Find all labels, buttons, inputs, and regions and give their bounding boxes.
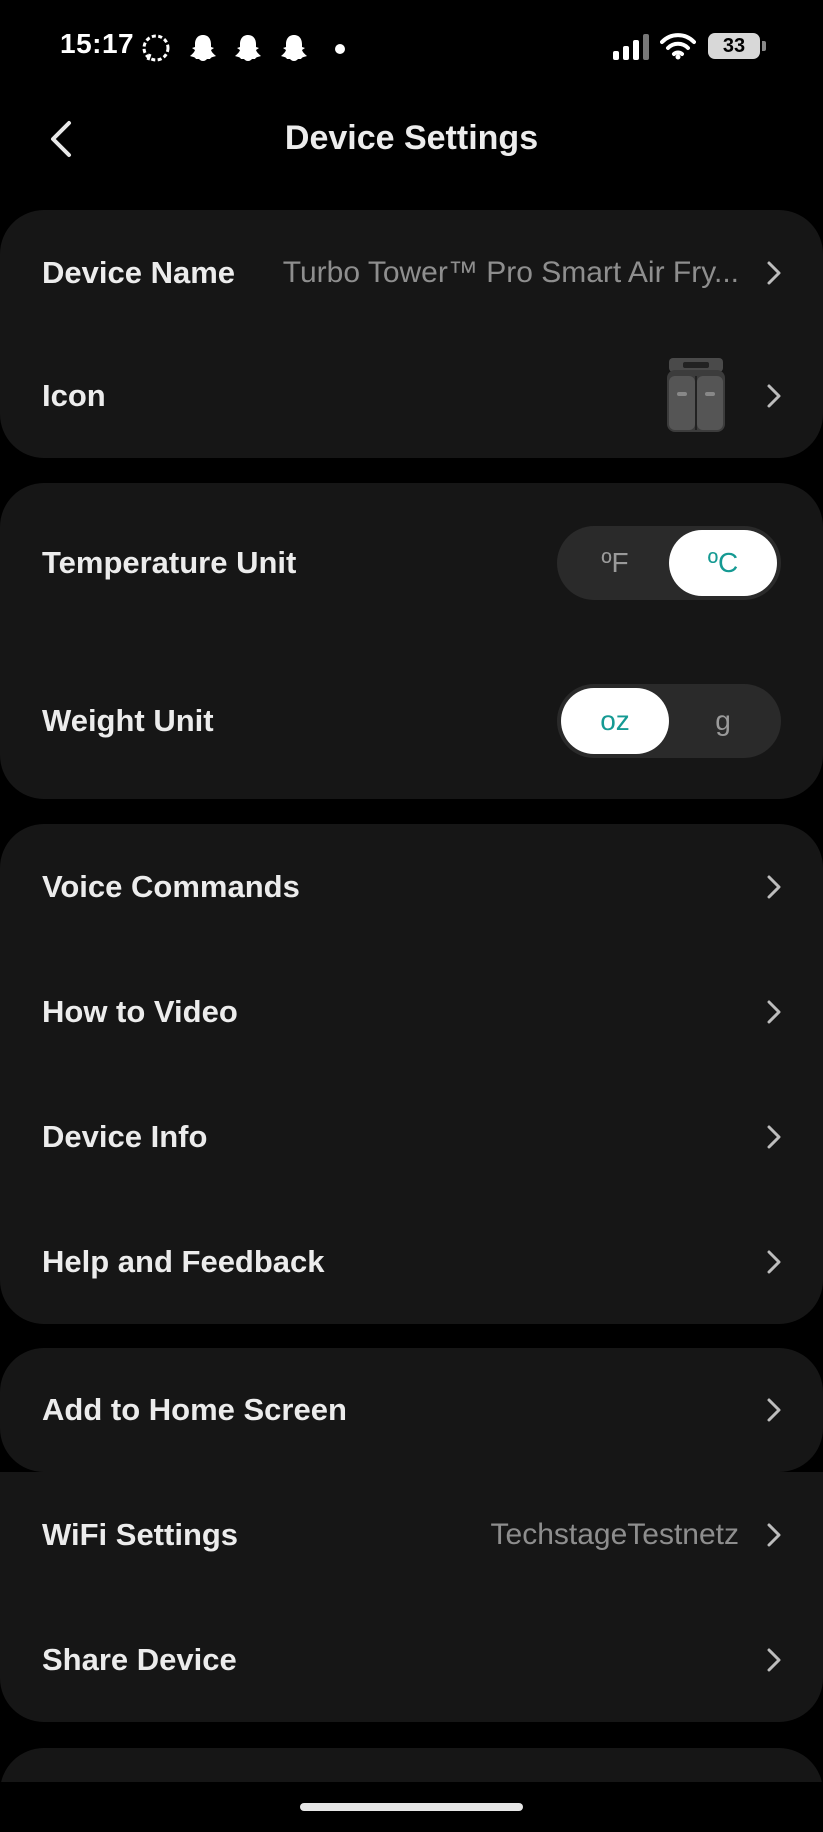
chevron-right-icon (765, 1124, 783, 1150)
celsius-option[interactable]: ºC (669, 530, 777, 596)
share-device-label: Share Device (42, 1641, 237, 1677)
how-to-video-label: How to Video (42, 993, 238, 1029)
voice-commands-row[interactable]: Voice Commands (0, 824, 823, 949)
help-card: Voice Commands How to Video Device Info … (0, 824, 823, 1324)
voice-commands-label: Voice Commands (42, 868, 300, 904)
snapchat-icon (187, 32, 219, 69)
device-name-value: Turbo Tower™ Pro Smart Air Fry... (282, 255, 739, 289)
chevron-right-icon (765, 1522, 783, 1548)
wifi-settings-row[interactable]: WiFi Settings TechstageTestnetz (0, 1472, 823, 1597)
device-name-row[interactable]: Device Name Turbo Tower™ Pro Smart Air F… (0, 210, 823, 335)
battery-icon: 33 (708, 33, 760, 59)
dot-icon (334, 42, 346, 60)
network-card: WiFi Settings TechstageTestnetz Share De… (0, 1472, 823, 1722)
chevron-right-icon (765, 999, 783, 1025)
weight-unit-toggle[interactable]: oz g (557, 684, 781, 758)
help-feedback-row[interactable]: Help and Feedback (0, 1199, 823, 1324)
snapchat-icon (232, 32, 264, 69)
home-indicator[interactable] (300, 1803, 523, 1811)
help-feedback-label: Help and Feedback (42, 1243, 325, 1279)
share-device-row[interactable]: Share Device (0, 1597, 823, 1722)
status-time: 15:17 (60, 28, 135, 59)
battery-tip (762, 41, 766, 51)
add-to-home-label: Add to Home Screen (42, 1392, 347, 1427)
page-title: Device Settings (284, 119, 539, 157)
cellular-signal-icon (612, 34, 650, 65)
temperature-unit-label: Temperature Unit (42, 545, 297, 580)
chevron-right-icon (765, 874, 783, 900)
ounces-option[interactable]: oz (561, 688, 669, 754)
chevron-right-icon (765, 1647, 783, 1673)
temperature-unit-row: Temperature Unit ºF ºC (0, 483, 823, 643)
units-card: Temperature Unit ºF ºC Weight Unit oz g (0, 483, 823, 799)
device-settings-screen: 15:17 33 Device Settings Device Name Tur… (0, 0, 823, 1832)
chevron-right-icon (765, 260, 783, 286)
chevron-right-icon (765, 383, 783, 409)
add-to-home-row[interactable]: Add to Home Screen (0, 1348, 823, 1472)
icon-row[interactable]: Icon (0, 333, 823, 458)
weight-unit-label: Weight Unit (42, 703, 214, 738)
device-info-label: Device Info (42, 1118, 208, 1154)
wifi-settings-label: WiFi Settings (42, 1516, 239, 1552)
temperature-unit-toggle[interactable]: ºF ºC (557, 526, 781, 600)
chevron-right-icon (765, 1249, 783, 1275)
air-fryer-icon (665, 356, 727, 436)
wifi-network-value: TechstageTestnetz (490, 1517, 739, 1551)
chevron-right-icon (765, 1397, 783, 1423)
status-bar: 15:17 33 (0, 0, 823, 95)
snapchat-icon (278, 32, 310, 69)
device-card: Device Name Turbo Tower™ Pro Smart Air F… (0, 210, 823, 458)
header: Device Settings (0, 95, 823, 185)
grams-option[interactable]: g (669, 688, 777, 754)
device-info-row[interactable]: Device Info (0, 1074, 823, 1199)
weight-unit-row: Weight Unit oz g (0, 643, 823, 799)
icon-label: Icon (42, 377, 106, 413)
device-name-label: Device Name (42, 254, 236, 290)
fahrenheit-option[interactable]: ºF (561, 530, 669, 596)
signal-messenger-icon (140, 32, 172, 69)
wifi-icon (660, 32, 696, 65)
how-to-video-row[interactable]: How to Video (0, 949, 823, 1074)
home-screen-card: Add to Home Screen (0, 1348, 823, 1472)
